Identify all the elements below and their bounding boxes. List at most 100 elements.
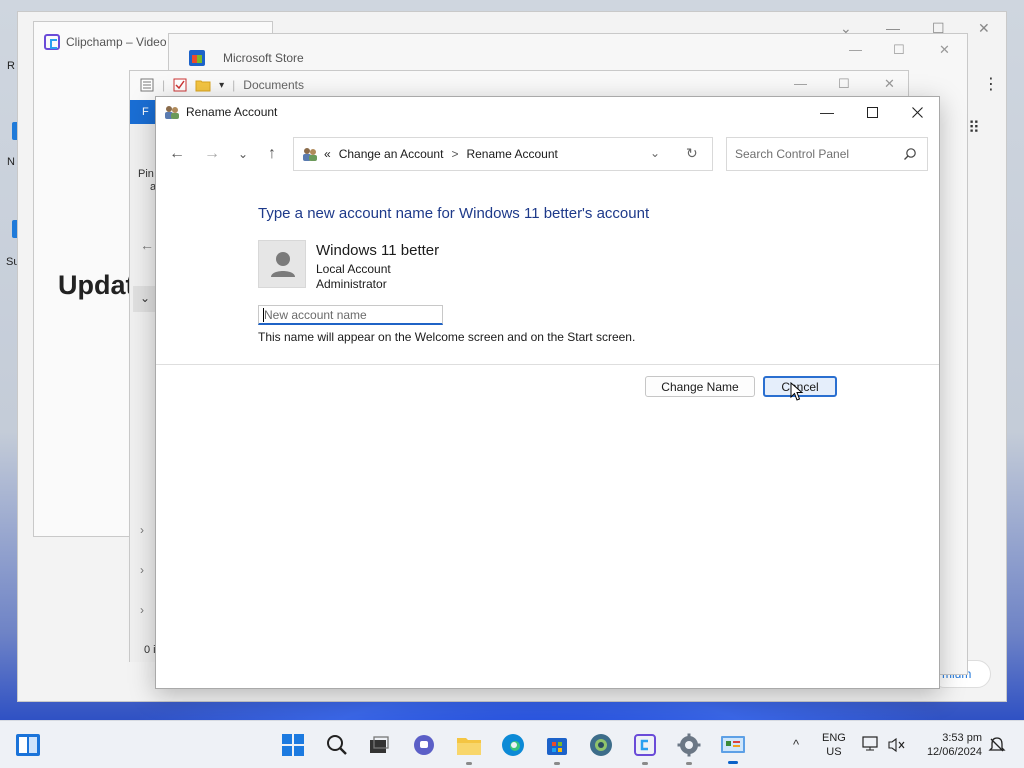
folder-icon [195,80,211,92]
account-name: Windows 11 better [316,242,440,259]
desktop-label-fragment: N [7,156,15,168]
breadcrumb-separator[interactable]: > [451,147,458,161]
breadcrumb-change-account[interactable]: Change an Account [339,147,444,161]
linux-distro-icon [590,734,612,756]
maximize-icon[interactable]: ☐ [838,76,850,92]
divider [156,364,939,365]
user-accounts-icon [165,106,179,119]
file-ribbon-tab[interactable]: F [130,100,158,124]
search-icon[interactable] [903,147,917,161]
refresh-icon[interactable]: ↻ [686,145,698,162]
new-account-name-input[interactable] [258,305,443,325]
breadcrumb-rename-account[interactable]: Rename Account [466,147,557,161]
edge-button[interactable] [499,731,527,759]
navigation-bar: ← → ⌄ ↑ « Change an Account > Rename Acc… [156,137,939,173]
desktop-label-fragment: Su [6,256,20,268]
maximize-icon [866,106,878,118]
teams-chat-button[interactable] [410,731,438,759]
dialog-title: Rename Account [186,105,278,119]
clipchamp-button[interactable] [631,731,659,765]
settings-icon [677,733,701,757]
microsoft-store-button[interactable] [543,731,571,765]
task-view-icon [370,736,389,753]
settings-button[interactable] [675,731,703,765]
avatar [258,240,306,288]
clipchamp-icon [634,734,656,756]
forward-arrow-icon[interactable]: → [202,145,222,163]
dialog-titlebar[interactable]: Rename Account — [156,97,939,127]
close-icon[interactable]: ✕ [939,42,950,58]
clock[interactable]: 3:53 pm 12/06/2024 [918,731,982,759]
clock-time: 3:53 pm [942,732,982,744]
search-box[interactable] [726,137,928,171]
linux-distro-button[interactable] [587,731,615,759]
checklist-icon [173,78,187,92]
network-icon[interactable] [862,736,880,752]
mouse-cursor-icon [790,382,804,401]
clipchamp-titlebar: Clipchamp – Video [44,34,167,50]
quick-access-dropdown-icon[interactable]: ▾ [219,80,224,91]
volume-muted-icon[interactable] [888,737,906,753]
up-arrow-icon[interactable]: ↑ [262,145,282,163]
minimize-icon[interactable]: — [849,42,862,57]
microsoft-store-icon [189,50,205,66]
edge-icon [502,734,524,756]
text-caret [263,308,264,322]
minimize-icon[interactable]: — [794,76,807,91]
chevron-right-icon[interactable]: › [140,523,144,537]
minimize-button[interactable]: — [804,97,850,127]
taskbar: ^ ENG US 3:53 pm 12/06/2024 [0,720,1024,768]
show-hidden-icons-chevron-icon[interactable]: ^ [793,737,799,752]
language-indicator[interactable]: ENG US [822,731,846,759]
control-panel-button[interactable] [719,731,747,764]
maximize-icon[interactable]: ☐ [893,42,905,58]
address-dropdown-icon[interactable]: ⌄ [650,146,660,160]
breadcrumb: « Change an Account > Rename Account [324,147,558,161]
status-bar-fragment: 0 i [144,644,156,656]
task-view-button[interactable] [365,731,393,759]
search-input[interactable] [727,138,897,170]
close-icon[interactable]: ✕ [978,20,990,37]
account-type: Local Account [316,262,391,276]
clipchamp-icon [44,34,60,50]
rename-account-dialog: Rename Account — ← → ⌄ ↑ « Change an Acc… [155,96,940,689]
close-button[interactable] [894,97,940,127]
close-icon[interactable]: ✕ [884,76,895,92]
language-code: ENG [822,732,846,744]
clipchamp-title: Clipchamp – Video [66,35,167,49]
change-name-button[interactable]: Change Name [645,376,755,397]
address-bar[interactable]: « Change an Account > Rename Account ⌄ ↻ [293,137,713,171]
more-options-icon[interactable]: ⋮ [983,74,999,94]
notepad-icon [140,78,154,92]
help-text: This name will appear on the Welcome scr… [258,330,636,344]
store-titlebar: Microsoft Store [189,50,304,66]
desktop-label-fragment: R [7,60,15,72]
store-title: Microsoft Store [223,51,304,65]
breadcrumb-overflow[interactable]: « [324,147,331,161]
recent-locations-chevron-icon[interactable]: ⌄ [233,147,253,161]
search-button[interactable] [323,731,351,759]
account-role: Administrator [316,277,387,291]
widgets-icon [16,734,40,756]
back-arrow-icon[interactable]: ← [140,237,154,253]
notification-bell-icon[interactable] [988,736,1006,754]
chevron-down-icon[interactable]: ⌄ [140,291,150,305]
apps-grid-icon[interactable]: ⠿ [968,118,980,138]
widgets-button[interactable] [14,731,42,759]
region-code: US [826,746,842,758]
user-accounts-icon [303,148,317,161]
search-icon [327,735,347,755]
clipchamp-heading: Updat [58,270,135,300]
back-arrow-icon[interactable]: ← [167,145,187,163]
file-explorer-icon [457,738,481,755]
documents-titlebar: | ▾ | Documents [140,78,304,92]
chevron-right-icon[interactable]: › [140,563,144,577]
start-button[interactable] [279,731,307,759]
close-icon [911,106,923,118]
start-icon [282,734,304,756]
page-title: Type a new account name for Windows 11 b… [258,205,650,222]
clock-date: 12/06/2024 [926,746,982,758]
file-explorer-button[interactable] [455,731,483,765]
chevron-right-icon[interactable]: › [140,603,144,617]
maximize-button[interactable] [849,97,895,127]
